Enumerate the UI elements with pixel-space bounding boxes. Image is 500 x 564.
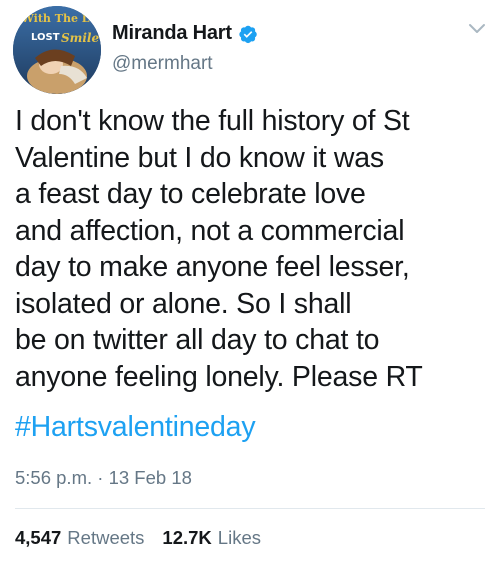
tweet-text: I don't know the full history of St Vale… (15, 105, 423, 393)
retweets-label: Retweets (67, 527, 145, 548)
tweet-time: 5:56 p.m. (15, 467, 93, 488)
hashtag-link[interactable]: #Hartsvalentineday (15, 409, 256, 446)
divider (15, 508, 485, 509)
likes-label: Likes (217, 527, 261, 548)
likes-stat[interactable]: 12.7K Likes (162, 527, 261, 549)
svg-text:LOST: LOST (31, 32, 60, 43)
verified-badge-icon (238, 24, 258, 44)
retweets-stat[interactable]: 4,547 Retweets (15, 527, 144, 549)
tweet-date: 13 Feb 18 (108, 467, 192, 488)
retweets-count: 4,547 (15, 527, 62, 548)
svg-text:Smile: Smile (61, 31, 99, 45)
timestamp-separator: · (97, 467, 104, 488)
chevron-down-icon[interactable] (468, 22, 486, 34)
author-name-row: Miranda Hart (112, 22, 258, 45)
timestamp[interactable]: 5:56 p.m. · 13 Feb 18 (15, 467, 192, 489)
avatar[interactable]: The Girl With The Lost Smile LOST Smile (13, 6, 101, 94)
tweet-card: The Girl With The Lost Smile LOST Smile … (0, 0, 500, 564)
avatar-title-text: The Girl With The Lost Smile (13, 12, 101, 25)
engagement-stats: 4,547 Retweets 12.7K Likes (15, 527, 261, 549)
likes-count: 12.7K (162, 527, 212, 548)
user-handle[interactable]: @mermhart (112, 53, 213, 75)
display-name[interactable]: Miranda Hart (112, 22, 232, 45)
avatar-image: The Girl With The Lost Smile LOST Smile (13, 6, 101, 94)
